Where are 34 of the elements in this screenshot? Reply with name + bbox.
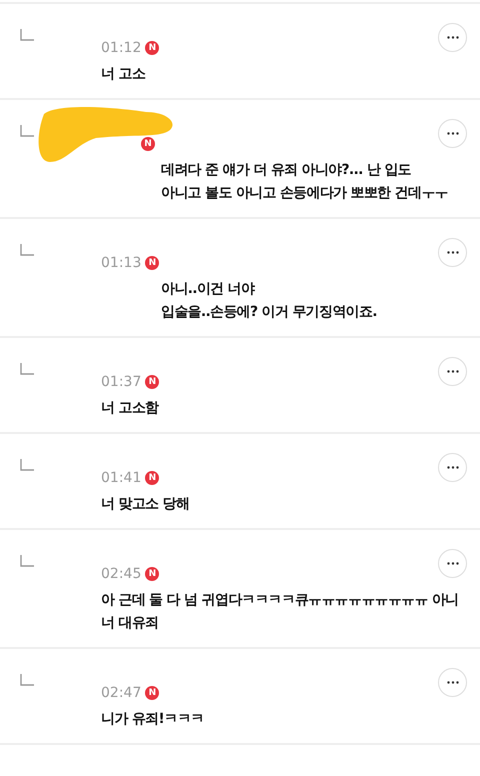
comment-text: 너 고소함 (101, 399, 160, 418)
comment-text: 아 근데 둘 다 넘 귀엽다ㅋㅋㅋㅋ큐ㅠㅠㅠㅠㅠㅠㅠㅠㅠ 아니 너 대유죄 (101, 591, 460, 633)
comment-time: 01:41 (101, 470, 142, 486)
more-button[interactable] (438, 549, 467, 578)
more-dots-icon (446, 370, 458, 373)
more-button[interactable] (438, 668, 467, 697)
more-button[interactable] (438, 23, 467, 52)
more-dots-icon (446, 251, 458, 254)
comment-text: 데려다 준 얘가 더 유죄 아니야?... 난 입도 아니고 볼도 아니고 손등에다가 뽀뽀한 건데ㅜㅜ (160, 161, 449, 203)
comment-time: 02:47 (101, 685, 142, 701)
comment-time: 01:13 (101, 255, 142, 271)
comment-text: 너 고소 (101, 65, 146, 84)
comment-time: 02:45 (101, 566, 142, 582)
new-badge: N (145, 375, 160, 389)
more-button[interactable] (438, 453, 467, 482)
comment-text: 니가 유죄!ㅋㅋㅋ (101, 710, 205, 729)
more-dots-icon (446, 681, 458, 684)
more-dots-icon (446, 36, 458, 39)
new-badge: N (145, 686, 160, 700)
comment-time: 01:37 (101, 374, 142, 390)
comment-text: 아니..이건 너야 입술을..손등에? 이거 무기징역이죠. (160, 280, 378, 322)
more-button[interactable] (438, 238, 467, 267)
new-badge: N (145, 41, 160, 55)
more-dots-icon (446, 466, 458, 469)
comment-time: 01:12 (101, 40, 142, 56)
more-dots-icon (446, 562, 458, 565)
comment-text: 너 맞고소 당해 (101, 495, 190, 514)
new-badge: N (145, 567, 160, 581)
new-badge: N (141, 137, 155, 151)
new-badge: N (145, 256, 160, 270)
more-dots-icon (446, 132, 458, 135)
new-badge: N (145, 471, 160, 485)
more-button[interactable] (438, 357, 467, 386)
more-button[interactable] (438, 119, 467, 148)
